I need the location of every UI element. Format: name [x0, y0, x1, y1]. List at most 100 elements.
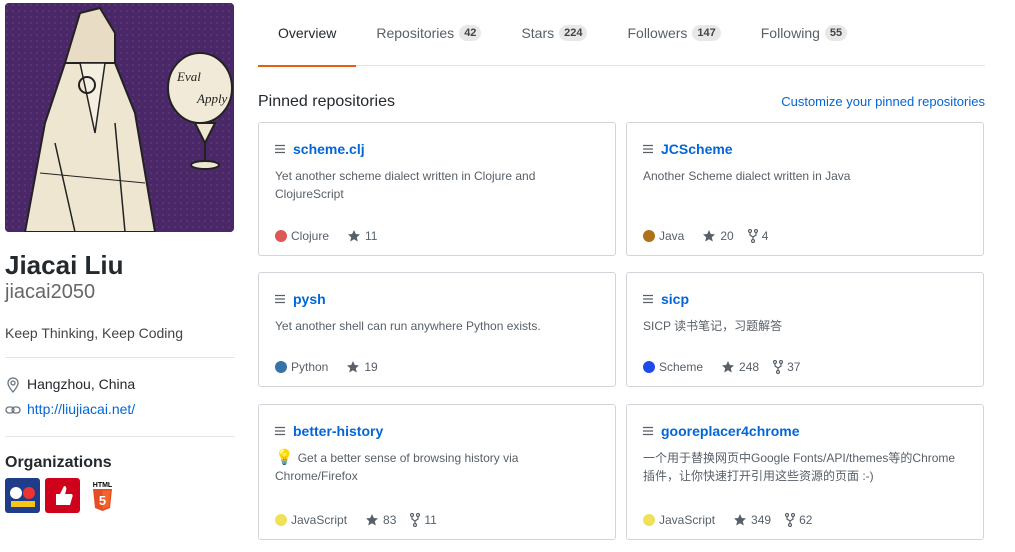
tab-following-label: Following — [760, 25, 820, 41]
repo-forks[interactable]: 62 — [785, 513, 812, 527]
repo-stars[interactable]: 19 — [346, 360, 378, 374]
star-icon — [347, 229, 361, 243]
repo-description-text: Get a better sense of browsing history v… — [275, 451, 519, 483]
repo-language: Clojure — [275, 229, 329, 243]
link-icon — [5, 402, 21, 418]
repo-card-JCScheme: JCScheme Another Scheme dialect written … — [626, 122, 984, 256]
repo-description: 一个用于替换网页中Google Fonts/API/themes等的Chrome… — [643, 449, 967, 485]
repo-card-header: scheme.clj — [275, 139, 599, 159]
repo-stars[interactable]: 248 — [721, 360, 759, 374]
repo-card-scheme.clj: scheme.clj Yet another scheme dialect wr… — [258, 122, 616, 256]
tab-overview-label: Overview — [278, 25, 337, 41]
org-avatar-3[interactable]: HTML 5 — [85, 478, 120, 513]
repo-language: Java — [643, 229, 684, 243]
repo-description-text: 一个用于替换网页中Google Fonts/API/themes等的Chrome… — [643, 451, 956, 483]
repo-language: Python — [275, 360, 328, 374]
repo-icon — [275, 142, 285, 156]
repo-description-text: Yet another shell can run anywhere Pytho… — [275, 319, 541, 333]
stars-count: 248 — [739, 360, 760, 374]
language-color-dot — [643, 230, 655, 242]
repo-icon — [643, 142, 653, 156]
repo-name-link[interactable]: sicp — [661, 291, 689, 307]
profile-bio: Keep Thinking, Keep Coding — [5, 324, 235, 358]
language-color-dot — [643, 361, 655, 373]
customize-pinned-link[interactable]: Customize your pinned repositories — [781, 94, 985, 109]
tab-stars[interactable]: Stars 224 — [501, 0, 607, 66]
repo-name-link[interactable]: gooreplacer4chrome — [661, 423, 800, 439]
repo-stars[interactable]: 11 — [347, 229, 377, 243]
website-row: http://liujiacai.net/ — [5, 397, 235, 422]
repo-name-link[interactable]: pysh — [293, 291, 326, 307]
repo-card-header: gooreplacer4chrome — [643, 421, 967, 441]
language-name: Python — [291, 360, 329, 374]
forks-count: 11 — [424, 513, 437, 527]
profile-details: Hangzhou, China http://liujiacai.net/ — [5, 372, 235, 437]
language-name: Scheme — [659, 360, 704, 374]
svg-text:5: 5 — [99, 493, 106, 508]
fork-icon — [410, 513, 421, 527]
repo-card-pysh: pysh Yet another shell can run anywhere … — [258, 272, 616, 387]
fork-icon — [785, 513, 796, 527]
repo-description: SICP 读书笔记，习题解答 — [643, 317, 967, 353]
svg-text:HTML: HTML — [93, 482, 113, 489]
repo-card-better-history: better-history 💡 Get a better sense of br… — [258, 404, 616, 540]
location-icon — [5, 376, 21, 393]
org-avatar-1[interactable] — [5, 478, 40, 513]
language-name: Java — [659, 229, 685, 243]
star-icon — [365, 513, 379, 527]
repo-name-link[interactable]: scheme.clj — [293, 141, 365, 157]
repo-card-header: sicp — [643, 289, 967, 309]
repo-forks[interactable]: 11 — [410, 513, 437, 527]
forks-count: 4 — [761, 229, 769, 243]
tab-followers-label: Followers — [627, 25, 688, 41]
repo-name-link[interactable]: better-history — [293, 423, 383, 439]
repo-meta: Scheme 248 37 — [643, 360, 814, 374]
repo-meta: Clojure 11 — [275, 229, 391, 243]
repo-name-link[interactable]: JCScheme — [661, 141, 733, 157]
stars-count: 224 — [559, 25, 588, 41]
tab-following[interactable]: Following 55 — [741, 0, 867, 66]
repo-icon — [275, 292, 285, 306]
star-icon — [733, 513, 747, 527]
repo-meta: Python 19 — [275, 360, 392, 374]
repo-language: Scheme — [643, 360, 703, 374]
tab-repositories[interactable]: Repositories 42 — [356, 0, 501, 66]
svg-text:Apply: Apply — [196, 91, 228, 106]
repo-stars[interactable]: 83 — [365, 513, 396, 527]
star-icon — [346, 360, 360, 374]
language-color-dot — [275, 361, 287, 373]
profile-fullname: Jiacai Liu — [5, 250, 124, 280]
repo-stars[interactable]: 349 — [733, 513, 771, 527]
stars-count: 19 — [364, 360, 378, 374]
star-icon — [702, 229, 716, 243]
location-text: Hangzhou, China — [27, 376, 136, 392]
pinned-title: Pinned repositories — [258, 93, 395, 110]
repo-forks[interactable]: 4 — [747, 229, 769, 243]
repo-card-header: better-history — [275, 421, 599, 441]
profile-sidebar: Eval Apply Jiacai Liu jiacai2050 Keep Th… — [5, 3, 235, 513]
repo-card-header: pysh — [275, 289, 599, 309]
svg-text:Eval: Eval — [176, 69, 201, 84]
forks-count: 37 — [787, 360, 801, 374]
repo-forks[interactable]: 37 — [773, 360, 800, 374]
stars-count: 349 — [751, 513, 772, 527]
organizations-list: HTML 5 — [5, 478, 235, 513]
repo-description: Yet another shell can run anywhere Pytho… — [275, 317, 599, 353]
stars-count: 11 — [365, 229, 378, 243]
stars-count: 20 — [720, 229, 734, 243]
repo-stars[interactable]: 20 — [702, 229, 734, 243]
repo-description-text: SICP 读书笔记，习题解答 — [643, 319, 783, 333]
fork-icon — [773, 360, 784, 374]
tab-stars-label: Stars — [521, 25, 555, 41]
website-link[interactable]: http://liujiacai.net/ — [27, 397, 135, 422]
avatar[interactable]: Eval Apply — [5, 3, 234, 232]
bulb-icon: 💡 — [275, 449, 294, 466]
tab-repositories-label: Repositories — [376, 25, 455, 41]
tab-overview[interactable]: Overview — [258, 0, 357, 67]
followers-count: 147 — [692, 25, 721, 41]
repo-meta: JavaScript 349 62 — [643, 513, 826, 527]
repo-language: JavaScript — [275, 513, 347, 527]
repo-description: Another Scheme dialect written in Java — [643, 167, 967, 203]
tab-followers[interactable]: Followers 147 — [607, 0, 740, 66]
org-avatar-2[interactable] — [45, 478, 80, 513]
